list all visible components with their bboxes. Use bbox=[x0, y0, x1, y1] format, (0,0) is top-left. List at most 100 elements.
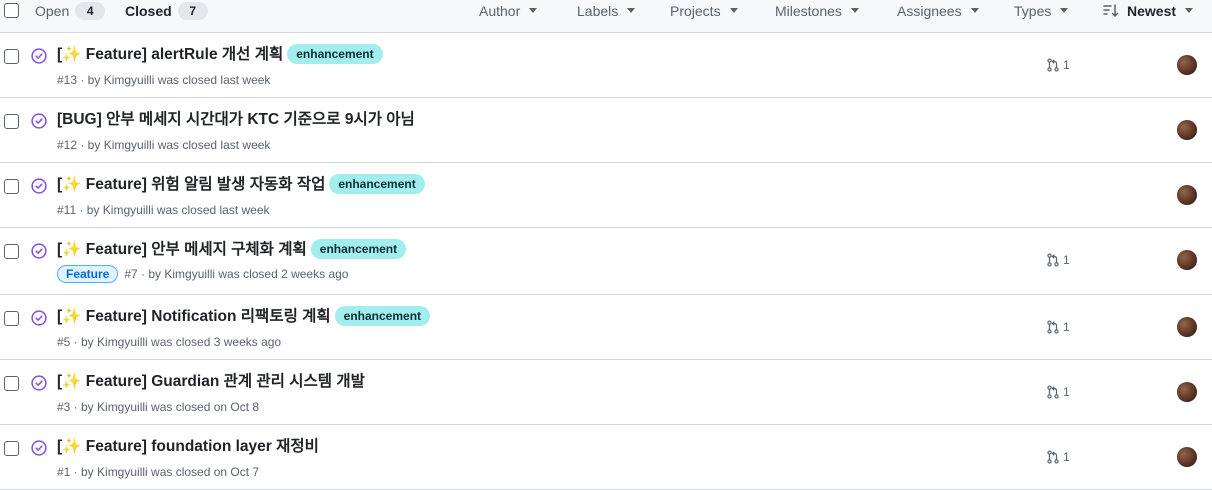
issue-title-link[interactable]: [✨ Feature] foundation layer 재정비 bbox=[57, 438, 319, 455]
sparkles-icon: ✨ bbox=[62, 308, 82, 325]
chevron-down-icon bbox=[850, 8, 859, 13]
labels-filter-label: Labels bbox=[577, 3, 619, 19]
linked-pr-count: 1 bbox=[1063, 320, 1070, 334]
issue-checkbox[interactable] bbox=[4, 49, 19, 64]
chevron-down-icon bbox=[529, 8, 538, 13]
sparkles-icon: ✨ bbox=[62, 176, 82, 193]
issue-meta: #1 · by Kimgyuilli was closed on Oct 7 bbox=[57, 463, 259, 481]
assignees-filter[interactable]: Assignees bbox=[897, 0, 979, 22]
closed-issue-icon bbox=[31, 48, 47, 64]
assignee-avatar[interactable] bbox=[1177, 120, 1197, 140]
milestones-filter[interactable]: Milestones bbox=[775, 0, 859, 22]
chevron-down-icon bbox=[970, 8, 979, 13]
linked-pull-requests[interactable]: 1 bbox=[1046, 251, 1070, 269]
issue-checkbox[interactable] bbox=[4, 114, 19, 129]
linked-pr-count: 1 bbox=[1063, 385, 1070, 399]
linked-pull-requests[interactable]: 1 bbox=[1046, 56, 1070, 74]
closed-issue-icon bbox=[31, 113, 47, 129]
issue-title-link[interactable]: [✨ Feature] Guardian 관계 관리 시스템 개발 bbox=[57, 373, 365, 390]
issue-meta-text: #5 · by Kimgyuilli was closed 3 weeks ag… bbox=[57, 335, 282, 349]
pull-request-icon bbox=[1047, 58, 1059, 72]
assignee-avatar[interactable] bbox=[1177, 185, 1197, 205]
issue-row[interactable]: [✨ Feature] alertRule 개선 계획 enhancement #… bbox=[0, 33, 1212, 98]
chevron-down-icon bbox=[729, 8, 738, 13]
issue-meta: #5 · by Kimgyuilli was closed 3 weeks ag… bbox=[57, 333, 281, 351]
issue-row[interactable]: [✨ Feature] 위험 알림 발생 자동화 작업 enhancement #… bbox=[0, 163, 1212, 228]
issue-row[interactable]: [✨ Feature] foundation layer 재정비 #1 · by… bbox=[0, 425, 1212, 490]
types-filter[interactable]: Types bbox=[1014, 0, 1069, 22]
linked-pull-requests[interactable]: 1 bbox=[1046, 448, 1070, 466]
types-filter-label: Types bbox=[1014, 3, 1052, 19]
assignee-avatar[interactable] bbox=[1177, 317, 1197, 337]
issue-row[interactable]: [BUG] 안부 메세지 시간대가 KTC 기준으로 9시가 아님 #12 · … bbox=[0, 98, 1212, 163]
pull-request-icon bbox=[1047, 320, 1059, 334]
chevron-down-icon bbox=[1060, 8, 1069, 13]
open-count-badge: 4 bbox=[75, 2, 106, 20]
issue-title-text: Feature] Guardian 관계 관리 시스템 개발 bbox=[81, 373, 365, 390]
label-enhancement[interactable]: enhancement bbox=[334, 306, 431, 326]
label-enhancement[interactable]: enhancement bbox=[287, 44, 383, 64]
issue-meta-text: #13 · by Kimgyuilli was closed last week bbox=[57, 73, 271, 87]
chevron-down-icon bbox=[627, 8, 636, 13]
issue-labels: enhancement bbox=[325, 174, 425, 194]
issue-checkbox[interactable] bbox=[4, 311, 19, 326]
issue-labels: enhancement bbox=[307, 239, 407, 259]
issue-title-text: Feature] Notification 리팩토링 계획 bbox=[81, 308, 331, 325]
issues-list-header: Open 4 Closed 7 Author Labels Projects Mil… bbox=[0, 0, 1212, 33]
issue-meta: #3 · by Kimgyuilli was closed on Oct 8 bbox=[57, 398, 259, 416]
closed-count-badge: 7 bbox=[177, 2, 208, 20]
linked-pull-requests[interactable]: 1 bbox=[1046, 383, 1070, 401]
issue-meta-text: #11 · by Kimgyuilli was closed last week bbox=[57, 203, 270, 217]
issue-meta: #13 · by Kimgyuilli was closed last week bbox=[57, 71, 270, 89]
issue-row[interactable]: [✨ Feature] Guardian 관계 관리 시스템 개발 #3 · b… bbox=[0, 360, 1212, 425]
issue-checkbox[interactable] bbox=[4, 441, 19, 456]
issue-title-link[interactable]: [BUG] 안부 메세지 시간대가 KTC 기준으로 9시가 아님 bbox=[57, 111, 415, 128]
closed-tab-label: Closed bbox=[125, 3, 172, 19]
projects-filter[interactable]: Projects bbox=[670, 0, 738, 22]
assignee-avatar[interactable] bbox=[1177, 447, 1197, 467]
sparkles-icon: ✨ bbox=[62, 241, 82, 258]
pull-request-icon bbox=[1047, 385, 1059, 399]
issue-row[interactable]: [✨ Feature] 안부 메세지 구체화 계획 enhancement Fea… bbox=[0, 228, 1212, 295]
closed-issues-tab[interactable]: Closed 7 bbox=[125, 0, 208, 22]
issue-checkbox[interactable] bbox=[4, 244, 19, 259]
issue-title-text: Feature] 안부 메세지 구체화 계획 bbox=[81, 241, 307, 258]
issue-checkbox[interactable] bbox=[4, 179, 19, 194]
issue-meta-text: #12 · by Kimgyuilli was closed last week bbox=[57, 138, 271, 152]
issue-title-link[interactable]: [✨ Feature] Notification 리팩토링 계획 bbox=[57, 308, 331, 325]
issue-checkbox[interactable] bbox=[4, 376, 19, 391]
assignee-avatar[interactable] bbox=[1177, 55, 1197, 75]
linked-pr-count: 1 bbox=[1063, 450, 1070, 464]
issue-title-line: [✨ Feature] foundation layer 재정비 bbox=[57, 436, 319, 458]
closed-issue-icon bbox=[31, 243, 47, 259]
milestones-filter-label: Milestones bbox=[775, 3, 842, 19]
open-tab-label: Open bbox=[35, 3, 70, 19]
label-enhancement[interactable]: enhancement bbox=[329, 174, 425, 194]
issue-meta-text: #3 · by Kimgyuilli was closed on Oct 8 bbox=[57, 400, 260, 414]
author-filter-label: Author bbox=[479, 3, 521, 19]
label-enhancement[interactable]: enhancement bbox=[310, 239, 407, 259]
author-filter[interactable]: Author bbox=[479, 0, 538, 22]
pull-request-icon bbox=[1047, 450, 1059, 464]
issue-title-text: [BUG] 안부 메세지 시간대가 KTC 기준으로 9시가 아님 bbox=[57, 111, 415, 128]
issue-row[interactable]: [✨ Feature] Notification 리팩토링 계획 enhancem… bbox=[0, 295, 1212, 360]
open-issues-tab[interactable]: Open 4 bbox=[35, 0, 106, 22]
issue-meta: Feature #7 · by Kimgyuilli was closed 2 w… bbox=[57, 265, 348, 283]
sort-dropdown[interactable]: Newest bbox=[1103, 0, 1194, 22]
labels-filter[interactable]: Labels bbox=[577, 0, 636, 22]
projects-filter-label: Projects bbox=[670, 3, 721, 19]
linked-pr-count: 1 bbox=[1063, 253, 1070, 267]
issue-title-line: [✨ Feature] 안부 메세지 구체화 계획 enhancement bbox=[57, 239, 407, 261]
issue-title-link[interactable]: [✨ Feature] 위험 알림 발생 자동화 작업 bbox=[57, 176, 325, 193]
select-all-checkbox[interactable] bbox=[4, 3, 19, 18]
issue-title-link[interactable]: [✨ Feature] alertRule 개선 계획 bbox=[57, 46, 283, 63]
assignee-avatar[interactable] bbox=[1177, 250, 1197, 270]
linked-pull-requests[interactable]: 1 bbox=[1046, 318, 1070, 336]
issue-title-text: Feature] 위험 알림 발생 자동화 작업 bbox=[81, 176, 326, 193]
issue-title-line: [✨ Feature] Guardian 관계 관리 시스템 개발 bbox=[57, 371, 365, 393]
issue-title-text: Feature] alertRule 개선 계획 bbox=[81, 46, 284, 63]
issue-type-badge[interactable]: Feature bbox=[57, 265, 119, 283]
issue-title-link[interactable]: [✨ Feature] 안부 메세지 구체화 계획 bbox=[57, 241, 307, 258]
assignee-avatar[interactable] bbox=[1177, 382, 1197, 402]
issue-title-line: [BUG] 안부 메세지 시간대가 KTC 기준으로 9시가 아님 bbox=[57, 109, 415, 131]
